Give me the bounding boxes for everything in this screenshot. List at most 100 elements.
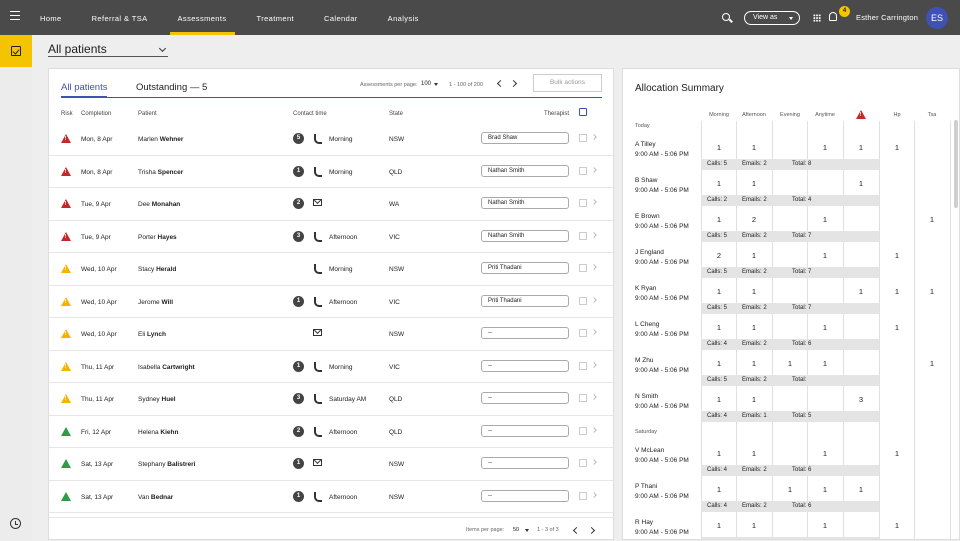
therapist-select[interactable]: -- [481,457,569,469]
nav-tab-assessments[interactable]: Assessments [169,0,235,35]
column-header-risk[interactable]: Risk [61,111,73,117]
bulk-actions-button[interactable]: Bulk actions [533,74,602,92]
therapist-select[interactable]: -- [481,327,569,339]
chevron-right-icon[interactable] [591,426,597,433]
patient-name[interactable]: Jerome Will [138,299,173,306]
clock-icon[interactable] [10,518,21,529]
items-per-page-select[interactable]: 50 [513,527,519,533]
nav-tab-referral[interactable]: Referral & TSA [92,0,148,35]
therapist-select[interactable]: Priti Thadani [481,262,569,274]
search-icon[interactable] [722,13,730,21]
chevron-right-icon[interactable] [591,264,597,270]
patient-name[interactable]: Dee Monahan [138,201,180,208]
therapist-select[interactable]: Nathan Smith [481,164,569,177]
patient-name[interactable]: Eli Lynch [138,331,166,338]
column-header-state[interactable]: State [389,111,403,117]
therapist-select[interactable]: -- [481,392,569,404]
table-row[interactable]: Fri, 12 Apr Helena Kiehn 2 Afternoon QLD -- [49,416,615,448]
therapist-select[interactable]: Nathan Smith [481,229,569,242]
nav-tab-home[interactable]: Home [40,0,62,35]
table-row[interactable]: Thu, 11 Apr Sydney Huel 3 Saturday AM QLD -- [49,383,615,416]
patient-name[interactable]: Stacy Herald [138,266,176,273]
view-as-dropdown[interactable]: View as [744,11,800,25]
column-header-completion[interactable]: Completion [81,111,111,117]
chevron-right-icon[interactable] [591,296,597,303]
grand-total: Total: 7 [792,233,812,239]
menu-icon[interactable] [10,11,20,23]
chevron-right-icon[interactable] [591,329,597,335]
table-row[interactable]: Wed, 10 Apr Stacy Herald Morning NSW Priti T… [49,253,615,286]
therapist-select[interactable]: Nathan Smith [481,197,569,209]
row-checkbox[interactable] [579,426,587,435]
emails-total: Emails: 2 [742,467,767,473]
row-checkbox[interactable] [579,264,587,272]
chevron-right-icon[interactable] [591,491,597,498]
therapist-select[interactable]: -- [481,489,569,502]
table-row[interactable]: Mon, 8 Apr Trisha Spencer 1 Morning QLD Natha… [49,156,615,188]
scrollbar[interactable] [954,120,958,208]
patient-name[interactable]: Trisha Spencer [138,169,183,176]
chevron-right-icon[interactable] [591,134,597,140]
row-checkbox[interactable] [579,231,587,240]
row-checkbox[interactable] [579,459,587,467]
row-checkbox[interactable] [579,491,587,500]
column-header-contact-time[interactable]: Contact time [293,111,327,117]
chevron-right-icon[interactable] [591,361,597,368]
patient-filter-select[interactable]: All patients [48,42,168,57]
table-row[interactable]: Thu, 11 Apr Isabella Cartwright 1 Morning VI… [49,351,615,383]
rail-assessments-button[interactable] [0,35,32,67]
table-row[interactable]: Sat, 13 Apr Stephany Balistreri 1 NSW -- [49,448,615,481]
table-row[interactable]: Wed, 10 Apr Eli Lynch NSW -- [49,318,615,351]
user-name[interactable]: Esther Carrington [856,13,918,22]
caret-down-icon[interactable] [434,83,438,86]
patient-name[interactable]: Stephany Balistreri [138,461,195,468]
row-checkbox[interactable] [579,166,587,175]
column-header-therapist[interactable]: Therapist [544,111,569,117]
table-row[interactable]: Mon, 8 Apr Marlen Wehner 5 Morning NSW Brad S… [49,123,615,156]
chevron-right-icon[interactable] [591,231,597,238]
table-row[interactable]: Tue, 9 Apr Porter Hayes 3 Afternoon VIC Natha… [49,221,615,253]
row-checkbox[interactable] [579,296,587,305]
tab-outstanding[interactable]: Outstanding — 5 [136,82,207,94]
table-row[interactable]: Tue, 9 Apr Dee Monahan 2 WA Nathan Smith [49,188,615,221]
state: WA [389,201,400,208]
row-checkbox[interactable] [579,394,587,402]
column-header-patient[interactable]: Patient [138,111,157,117]
therapist-select[interactable]: -- [481,424,569,437]
patient-name[interactable]: Sydney Huel [138,396,176,403]
therapist-select[interactable]: Priti Thadani [481,294,569,307]
row-checkbox[interactable] [579,199,587,207]
chevron-right-icon[interactable] [591,199,597,205]
nav-tab-analysis[interactable]: Analysis [388,0,419,35]
nav-tab-treatment[interactable]: Treatment [257,0,295,35]
nav-tab-calendar[interactable]: Calendar [324,0,358,35]
patient-name[interactable]: Porter Hayes [138,234,177,241]
chevron-right-icon[interactable] [591,166,597,173]
tab-all-patients[interactable]: All patients [61,82,108,98]
row-checkbox[interactable] [579,361,587,370]
select-all-checkbox[interactable] [579,108,587,116]
patient-last-name: Cartwright [162,363,195,371]
per-page-select[interactable]: 100 [421,81,431,87]
bell-icon[interactable] [829,12,837,21]
avatar[interactable]: ES [926,7,948,29]
apps-grid-icon[interactable] [813,14,821,22]
patient-first-name: Dee [138,201,150,208]
patient-name[interactable]: Marlen Wehner [138,136,183,143]
top-app-bar: Home Referral & TSA Assessments Treatmen… [0,0,960,35]
table-row[interactable]: Sat, 13 Apr Van Bednar 1 Afternoon NSW -- [49,481,615,513]
chevron-left-icon[interactable] [572,526,581,535]
caret-down-icon[interactable] [525,529,529,532]
patient-name[interactable]: Isabella Cartwright [138,364,195,371]
patient-name[interactable]: Van Bednar [138,494,173,501]
table-row[interactable]: Wed, 10 Apr Jerome Will 1 Afternoon VIC Priti… [49,286,615,318]
chevron-right-icon[interactable] [587,526,596,535]
therapist-select[interactable]: -- [481,359,569,372]
patient-name[interactable]: Helena Kiehn [138,429,178,436]
chevron-right-icon[interactable] [591,394,597,400]
chevron-right-icon[interactable] [591,459,597,465]
row-checkbox[interactable] [579,329,587,337]
therapist-select[interactable]: Brad Shaw [481,132,569,144]
row-checkbox[interactable] [579,134,587,142]
completion-date: Mon, 8 Apr [81,136,113,143]
